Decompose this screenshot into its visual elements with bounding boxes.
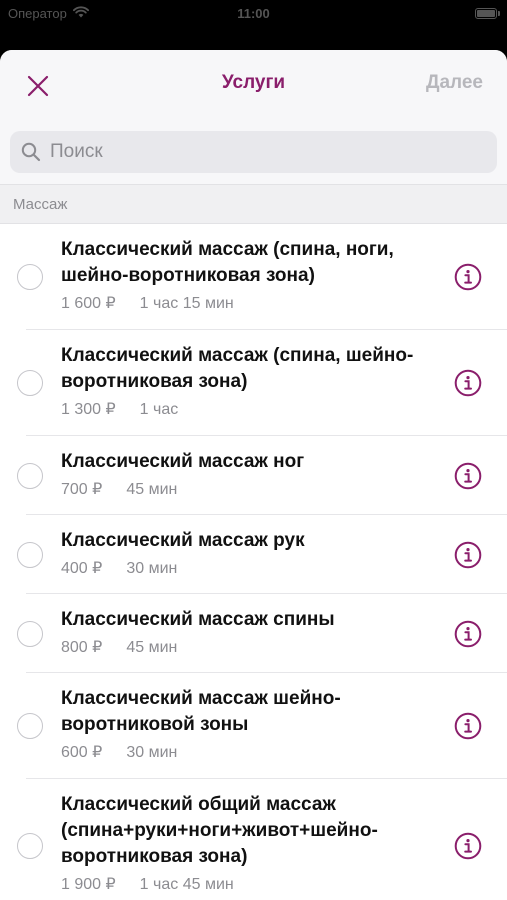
service-title: Классический массаж (спина, ноги, шейно-…	[61, 239, 394, 286]
service-price: 1 600 ₽	[61, 295, 116, 312]
info-icon[interactable]	[454, 620, 482, 648]
service-row[interactable]: Классический массаж ног 700 ₽ 45 мин	[0, 436, 507, 515]
service-radio[interactable]	[17, 463, 43, 489]
section-header-massage: Массаж	[0, 184, 507, 224]
service-content: Классический массаж (спина, ноги, шейно-…	[61, 237, 441, 313]
service-meta: 1 600 ₽ 1 час 15 мин	[61, 293, 441, 313]
screen: Оператор 11:00 Услуги Далее Поиск Массаж…	[0, 0, 507, 900]
service-radio[interactable]	[17, 264, 43, 290]
service-title: Классический массаж спины	[61, 609, 335, 630]
service-duration: 45 мин	[126, 481, 178, 498]
service-row[interactable]: Классический массаж (спина, шейно-воротн…	[0, 330, 507, 436]
service-row[interactable]: Классический массаж (спина, ноги, шейно-…	[0, 224, 507, 330]
service-content: Классический массаж ног 700 ₽ 45 мин	[61, 449, 441, 499]
service-title: Классический массаж рук	[61, 530, 305, 551]
service-title: Классический массаж (спина, шейно-воротн…	[61, 345, 414, 392]
service-radio[interactable]	[17, 370, 43, 396]
status-bar: Оператор 11:00	[0, 0, 507, 30]
info-icon[interactable]	[454, 462, 482, 490]
service-radio[interactable]	[17, 542, 43, 568]
search-bar	[0, 118, 507, 184]
service-price: 800 ₽	[61, 639, 103, 656]
service-title: Классический массаж шейно-воротниковой з…	[61, 688, 341, 735]
info-icon[interactable]	[454, 263, 482, 291]
services-list: Классический массаж (спина, ноги, шейно-…	[0, 224, 507, 900]
services-sheet: Услуги Далее Массаж Классическ	[0, 50, 507, 900]
service-content: Классический общий массаж (спина+руки+но…	[61, 792, 441, 894]
search-field[interactable]	[10, 131, 497, 173]
service-row[interactable]: Классический общий массаж (спина+руки+но…	[0, 779, 507, 900]
service-title: Классический общий массаж (спина+руки+но…	[61, 794, 378, 867]
battery-icon	[475, 8, 500, 19]
info-icon[interactable]	[454, 541, 482, 569]
service-price: 400 ₽	[61, 560, 103, 577]
service-meta: 400 ₽ 30 мин	[61, 558, 441, 578]
section-title: Массаж	[13, 195, 68, 213]
service-duration: 30 мин	[126, 744, 178, 761]
service-title: Классический массаж ног	[61, 451, 305, 472]
service-duration: 1 час	[139, 401, 179, 418]
service-content: Классический массаж (спина, шейно-воротн…	[61, 343, 441, 419]
service-content: Классический массаж шейно-воротниковой з…	[61, 686, 441, 762]
nav-bar: Услуги Далее	[0, 50, 507, 118]
search-icon	[20, 141, 42, 163]
service-meta: 1 300 ₽ 1 час	[61, 399, 441, 419]
search-input[interactable]	[48, 140, 452, 164]
service-meta: 800 ₽ 45 мин	[61, 637, 441, 657]
status-time: 11:00	[237, 6, 270, 21]
service-price: 1 900 ₽	[61, 876, 116, 893]
next-button[interactable]: Далее	[426, 72, 483, 94]
service-duration: 45 мин	[126, 639, 178, 656]
service-duration: 1 час 45 мин	[139, 876, 234, 893]
service-meta: 600 ₽ 30 мин	[61, 742, 441, 762]
service-duration: 1 час 15 мин	[139, 295, 234, 312]
service-meta: 700 ₽ 45 мин	[61, 479, 441, 499]
service-price: 1 300 ₽	[61, 401, 116, 418]
service-price: 600 ₽	[61, 744, 103, 761]
service-duration: 30 мин	[126, 560, 178, 577]
service-radio[interactable]	[17, 621, 43, 647]
info-icon[interactable]	[454, 369, 482, 397]
info-icon[interactable]	[454, 712, 482, 740]
service-radio[interactable]	[17, 713, 43, 739]
service-radio[interactable]	[17, 833, 43, 859]
service-price: 700 ₽	[61, 481, 103, 498]
service-meta: 1 900 ₽ 1 час 45 мин	[61, 874, 441, 894]
service-content: Классический массаж спины 800 ₽ 45 мин	[61, 607, 441, 657]
service-row[interactable]: Классический массаж рук 400 ₽ 30 мин	[0, 515, 507, 594]
service-content: Классический массаж рук 400 ₽ 30 мин	[61, 528, 441, 578]
service-row[interactable]: Классический массаж шейно-воротниковой з…	[0, 673, 507, 779]
service-row[interactable]: Классический массаж спины 800 ₽ 45 мин	[0, 594, 507, 673]
info-icon[interactable]	[454, 832, 482, 860]
